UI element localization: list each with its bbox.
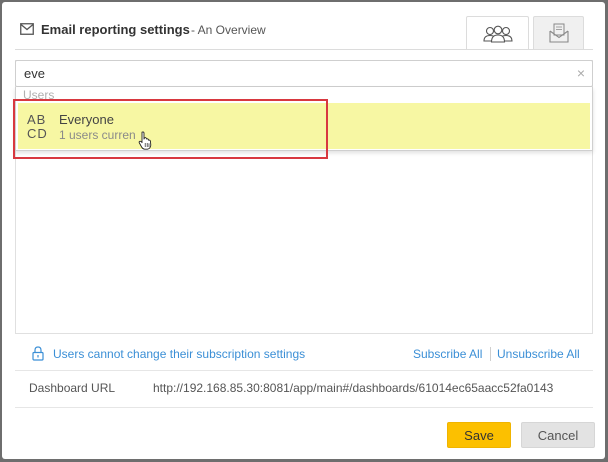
annotation-highlight	[13, 99, 328, 159]
links-divider	[490, 347, 491, 361]
subscription-lock-notice[interactable]: Users cannot change their subscription s…	[53, 347, 305, 361]
user-search-box[interactable]: ×	[15, 60, 593, 87]
tab-report-settings[interactable]	[533, 16, 584, 49]
subscribe-all-link[interactable]: Subscribe All	[413, 347, 482, 361]
mail-icon	[20, 23, 34, 35]
dashboard-url-label: Dashboard URL	[29, 381, 116, 395]
cancel-button[interactable]: Cancel	[521, 422, 595, 448]
users-group-icon	[482, 25, 513, 43]
dashboard-url-row: Dashboard URL http://192.168.85.30:8081/…	[15, 370, 593, 408]
report-mail-icon	[548, 23, 569, 43]
user-search-input[interactable]	[24, 64, 544, 83]
dialog-header: Email reporting settings - An Overview	[2, 2, 605, 50]
tab-users[interactable]	[466, 16, 529, 50]
hand-pointer-icon	[138, 131, 152, 150]
lock-icon	[32, 346, 44, 361]
dialog-subtitle: - An Overview	[191, 23, 266, 37]
unsubscribe-all-link[interactable]: Unsubscribe All	[497, 347, 580, 361]
header-divider	[15, 49, 593, 50]
dialog-title: Email reporting settings	[41, 22, 190, 37]
dashboard-url-value: http://192.168.85.30:8081/app/main#/dash…	[153, 381, 554, 395]
email-settings-dialog: Email reporting settings - An Overview e…	[2, 2, 605, 459]
subscription-settings-row: Users cannot change their subscription s…	[15, 340, 593, 368]
clear-search-icon[interactable]: ×	[577, 65, 585, 81]
save-button[interactable]: Save	[447, 422, 511, 448]
